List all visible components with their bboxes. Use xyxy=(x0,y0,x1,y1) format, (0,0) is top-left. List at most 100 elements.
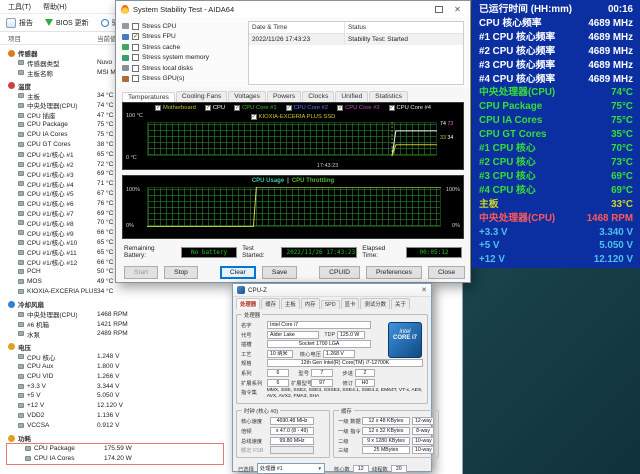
sensor-row-label: CPU VID xyxy=(27,373,97,380)
checkbox-checked[interactable]: ✓ xyxy=(132,33,139,40)
cpuid-button[interactable]: CPUID xyxy=(319,266,360,279)
checkbox[interactable] xyxy=(132,65,139,72)
cpuz-tab-测试分数[interactable]: 测试分数 xyxy=(360,298,390,309)
sensor-row-label: PCH xyxy=(27,268,97,275)
codename-field: Alder Lake xyxy=(267,331,319,339)
checkbox-checked[interactable]: ✓ xyxy=(251,114,257,120)
save-button[interactable]: Save xyxy=(262,266,297,279)
sensor-row[interactable]: CPU IA Cores174.20 W xyxy=(7,454,223,464)
stepping-field: 2 xyxy=(355,369,375,377)
sensor-row-label: VCCSA xyxy=(27,422,97,429)
cpuz-tab-处理器[interactable]: 处理器 xyxy=(236,298,260,309)
close-button[interactable]: ✕ xyxy=(450,3,465,15)
status-table[interactable]: Date & Time Status 2022/11/26 17:43:23 S… xyxy=(248,21,464,85)
tab-cooling-fans[interactable]: Cooling Fans xyxy=(176,91,227,102)
osd-value: 12.120 V xyxy=(594,253,633,267)
stress-option[interactable]: Stress system memory xyxy=(122,53,242,64)
tab-statistics[interactable]: Statistics xyxy=(369,91,408,102)
stop-button[interactable]: Stop xyxy=(164,266,198,279)
temperature-graph xyxy=(147,122,437,156)
close-button[interactable]: Close xyxy=(428,266,465,279)
ext-model-label: 扩展型号 xyxy=(291,379,309,387)
checkbox[interactable] xyxy=(132,75,139,82)
cpuz-titlebar[interactable]: CPU-Z ✕ xyxy=(233,284,431,297)
cpuz-tab-缓存[interactable]: 缓存 xyxy=(261,298,280,309)
legend-label: CPU Core #3 xyxy=(345,105,379,111)
cpuz-tab-内存[interactable]: 内存 xyxy=(301,298,320,309)
tab-voltages[interactable]: Voltages xyxy=(228,91,266,102)
disk-icon xyxy=(122,65,129,71)
cpuz-tab-SPD[interactable]: SPD xyxy=(321,300,340,309)
toolbar-button-report[interactable]: 报告 xyxy=(6,18,33,28)
osd-row: #3 CPU 核心69°C xyxy=(479,170,633,184)
cpuz-processor-group: 处理器 intel CORE i7 名字 Intel Core i7 代号 Al… xyxy=(236,314,428,404)
cpuz-close-button[interactable]: ✕ xyxy=(421,286,427,294)
selection-label: 已选择 xyxy=(238,465,254,473)
checkbox-checked[interactable]: ✓ xyxy=(155,105,161,111)
sensor-row-label: VDD2 xyxy=(27,412,97,419)
cores-field: 12 xyxy=(353,465,369,473)
stress-option[interactable]: Stress GPU(s) xyxy=(122,74,242,85)
checkbox-checked[interactable]: ✓ xyxy=(337,105,343,111)
osd-value: 69°C xyxy=(611,170,633,184)
sensor-row-label: CPU #1/核心 #1 xyxy=(27,149,97,159)
osd-label: #2 CPU 核心 xyxy=(479,156,536,170)
tdp-label: TDP xyxy=(321,332,335,338)
sensor-chip-icon xyxy=(18,423,24,428)
sensor-chip-icon xyxy=(18,201,24,206)
toolbar-button-bios-update[interactable]: BIOS 更新 xyxy=(45,18,89,28)
checkbox-checked[interactable]: ✓ xyxy=(234,105,240,111)
stress-option[interactable]: ✓Stress FPU xyxy=(122,32,242,43)
sst-titlebar[interactable]: System Stability Test - AIDA64 ✕ xyxy=(116,1,470,17)
osd-value: 4689 MHz xyxy=(588,17,633,31)
osd-value: 4689 MHz xyxy=(588,73,633,87)
sensor-chip-icon xyxy=(18,60,24,65)
cpuz-tab-主板[interactable]: 主板 xyxy=(281,298,300,309)
processor-select[interactable]: 处理器 #1 ▼ xyxy=(257,463,325,474)
sensor-row-label: CPU #1/核心 #4 xyxy=(27,179,97,189)
sensor-chip-icon xyxy=(18,279,24,284)
table-row[interactable]: 2022/11/26 17:43:23 Stability Test: Star… xyxy=(249,34,463,45)
stress-option[interactable]: Stress CPU xyxy=(122,21,242,32)
revision-label: 修订 xyxy=(335,379,353,387)
instructions-field: MMX, SSE, SSE2, SSE3, SSSE3, SSE4.1, SSE… xyxy=(267,388,423,400)
report-icon xyxy=(6,18,16,28)
stress-option[interactable]: Stress local disks xyxy=(122,63,242,74)
stress-option-label: Stress system memory xyxy=(142,54,209,61)
tab-clocks[interactable]: Clocks xyxy=(302,91,334,102)
sensor-chip-icon xyxy=(18,211,24,216)
tab-powers[interactable]: Powers xyxy=(267,91,301,102)
checkbox[interactable] xyxy=(132,44,139,51)
checkbox-checked[interactable]: ✓ xyxy=(286,105,292,111)
sensor-row-value: 34 °C xyxy=(97,288,113,295)
checkbox[interactable] xyxy=(132,23,139,30)
legend-item: ✓CPU Core #1 xyxy=(234,105,276,111)
l3-field: 25 MBytes xyxy=(362,446,410,454)
osd-value: 1468 RPM xyxy=(587,212,633,226)
sensor-row-value: 67 °C xyxy=(97,190,113,197)
clear-button[interactable]: Clear xyxy=(220,266,256,279)
sensor-chip-icon xyxy=(18,122,24,127)
cpuz-tab-关于[interactable]: 关于 xyxy=(391,298,410,309)
menu-item[interactable]: 工具(T) xyxy=(8,2,31,12)
checkbox-checked[interactable]: ✓ xyxy=(205,105,211,111)
cpuz-cache-group: 缓存 一级 数据12 x 48 KBytes12-way 一级 指令12 x 3… xyxy=(333,410,439,458)
sensor-row[interactable]: CPU Package175.59 W xyxy=(7,444,223,454)
sensor-chip-icon xyxy=(18,413,24,418)
menu-item[interactable]: 帮助(H) xyxy=(43,2,67,12)
cpuz-window-title: CPU-Z xyxy=(248,287,267,294)
tab-unified[interactable]: Unified xyxy=(335,91,368,102)
sensor-row-label: CPU GT Cores xyxy=(27,141,97,148)
cpuz-tab-显卡[interactable]: 显卡 xyxy=(341,298,360,309)
rated-fsb-label: 额定 FSB xyxy=(241,446,268,454)
osd-label: #4 CPU 核心 xyxy=(479,184,536,198)
maximize-button[interactable] xyxy=(431,3,446,15)
checkbox[interactable] xyxy=(132,54,139,61)
preferences-button[interactable]: Preferences xyxy=(366,266,422,279)
column-item: 项目 xyxy=(0,33,97,43)
fpu-icon xyxy=(122,34,129,40)
stress-option[interactable]: Stress cache xyxy=(122,42,242,53)
checkbox-checked[interactable]: ✓ xyxy=(389,105,395,111)
sensor-chip-icon xyxy=(18,240,24,245)
cpu-name-field: Intel Core i7 xyxy=(267,321,371,329)
